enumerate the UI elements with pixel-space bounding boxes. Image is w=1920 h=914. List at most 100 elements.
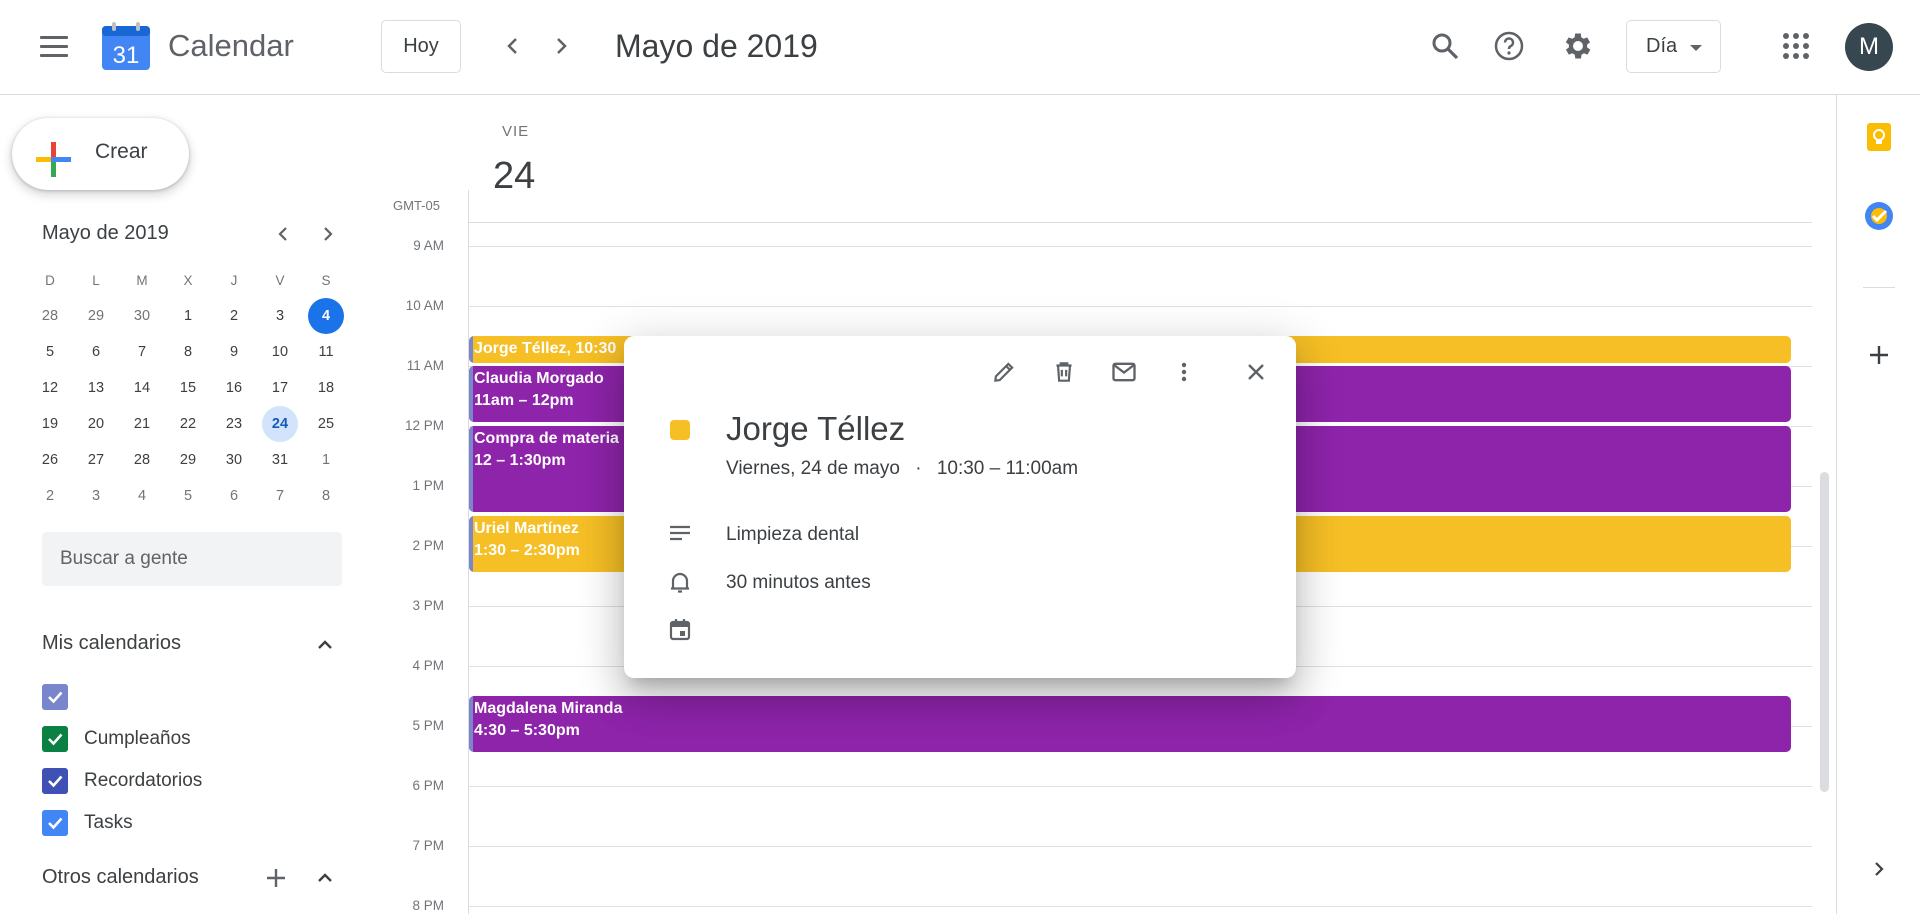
hour-gridline — [469, 786, 1812, 787]
today-button[interactable]: Hoy — [381, 20, 461, 73]
mini-calendar-day[interactable]: 28 — [123, 442, 161, 478]
timezone-label: GMT-05 — [393, 198, 440, 213]
mini-calendar-day[interactable]: 31 — [261, 442, 299, 478]
mini-calendar-day[interactable]: 21 — [123, 406, 161, 442]
mini-calendar-day[interactable]: 7 — [123, 334, 161, 370]
calendar-checkbox[interactable] — [42, 810, 68, 836]
gear-icon — [1565, 33, 1591, 59]
mini-calendar-day[interactable]: 13 — [77, 370, 115, 406]
help-button[interactable] — [1485, 22, 1533, 70]
mini-calendar-day[interactable]: 8 — [169, 334, 207, 370]
keep-button[interactable] — [1857, 115, 1901, 159]
close-popup-button[interactable] — [1234, 350, 1278, 394]
my-calendars-toggle[interactable] — [307, 627, 343, 663]
mini-calendar-day[interactable]: 20 — [77, 406, 115, 442]
mini-calendar-day[interactable]: 12 — [31, 370, 69, 406]
apps-button[interactable] — [1772, 22, 1820, 70]
mini-calendar-day-label: 12 — [41, 380, 59, 396]
mini-calendar-day-label: 9 — [229, 344, 239, 360]
mini-calendar-next-button[interactable] — [310, 216, 346, 252]
mini-calendar-day[interactable]: 15 — [169, 370, 207, 406]
mini-calendar-day[interactable]: 11 — [307, 334, 345, 370]
mini-calendar-day[interactable]: 25 — [307, 406, 345, 442]
view-selector[interactable]: Día — [1626, 20, 1721, 73]
mini-calendar-day[interactable]: 18 — [307, 370, 345, 406]
calendar-checkbox[interactable] — [42, 768, 68, 794]
next-period-button[interactable] — [539, 24, 583, 68]
mini-calendar-day[interactable]: 2 — [215, 298, 253, 334]
hour-gridline — [469, 306, 1812, 307]
mini-calendar-prev-button[interactable] — [265, 216, 301, 252]
mini-calendar-day[interactable]: 4 — [123, 478, 161, 514]
mini-calendar-day-label: 29 — [179, 452, 197, 468]
mini-calendar-weekday: V — [275, 272, 285, 288]
mini-calendar-day[interactable]: 19 — [31, 406, 69, 442]
event-edge — [469, 516, 473, 572]
mini-calendar-day[interactable]: 5 — [169, 478, 207, 514]
event-details-popup: Jorge Téllez Viernes, 24 de mayo · 10:30… — [624, 336, 1296, 678]
create-button[interactable]: Crear — [12, 118, 189, 190]
more-options-button[interactable] — [1162, 350, 1206, 394]
add-addon-button[interactable] — [1857, 333, 1901, 377]
mini-calendar-day[interactable]: 1 — [169, 298, 207, 334]
mini-calendar-day[interactable]: 6 — [77, 334, 115, 370]
mini-calendar-day[interactable]: 6 — [215, 478, 253, 514]
expand-panel-button[interactable] — [1857, 847, 1901, 891]
checkmark-icon — [48, 691, 63, 704]
delete-event-button[interactable] — [1042, 350, 1086, 394]
tasks-icon — [1865, 202, 1893, 230]
hour-label: 3 PM — [412, 598, 444, 613]
mini-calendar-day[interactable]: 2 — [31, 478, 69, 514]
mini-calendar-day[interactable]: 9 — [215, 334, 253, 370]
calendar-event[interactable]: Magdalena Miranda 4:30 – 5:30pm — [469, 696, 1791, 752]
account-avatar[interactable]: M — [1845, 23, 1893, 71]
mini-calendar-day-label: 30 — [133, 308, 151, 324]
mini-calendar-day[interactable]: 4 — [307, 298, 345, 334]
edit-event-button[interactable] — [982, 350, 1026, 394]
mini-calendar-day[interactable]: 10 — [261, 334, 299, 370]
search-button[interactable] — [1421, 22, 1469, 70]
mini-calendar-day[interactable]: 8 — [307, 478, 345, 514]
mini-calendar-day[interactable]: 29 — [77, 298, 115, 334]
calendar-item[interactable] — [42, 679, 84, 715]
settings-button[interactable] — [1554, 22, 1602, 70]
plus-icon — [267, 869, 285, 887]
mini-calendar-day[interactable]: 17 — [261, 370, 299, 406]
hour-label: 1 PM — [412, 478, 444, 493]
search-people-input[interactable] — [42, 532, 342, 586]
mini-calendar-day[interactable]: 30 — [215, 442, 253, 478]
mini-calendar-day[interactable]: 26 — [31, 442, 69, 478]
mini-calendar-day[interactable]: 16 — [215, 370, 253, 406]
mini-calendar-day[interactable]: 3 — [77, 478, 115, 514]
mini-calendar-day[interactable]: 1 — [307, 442, 345, 478]
mini-calendar-day[interactable]: 29 — [169, 442, 207, 478]
add-other-calendar-button[interactable] — [258, 860, 294, 896]
chevron-left-icon — [507, 38, 517, 54]
mini-calendar-day[interactable]: 23 — [215, 406, 253, 442]
mini-calendar-day[interactable]: 27 — [77, 442, 115, 478]
calendar-item[interactable]: Recordatorios — [42, 763, 202, 799]
mini-calendar-day[interactable]: 7 — [261, 478, 299, 514]
scrollbar[interactable] — [1820, 472, 1829, 792]
search-icon — [1432, 33, 1459, 60]
mini-calendar-day-label: 3 — [91, 488, 101, 504]
mini-calendar-day[interactable]: 3 — [261, 298, 299, 334]
mini-calendar-day[interactable]: 22 — [169, 406, 207, 442]
mini-calendar-day-label: 11 — [318, 344, 334, 360]
calendar-item[interactable]: Tasks — [42, 805, 133, 841]
previous-period-button[interactable] — [491, 24, 535, 68]
hour-label: 7 PM — [412, 838, 444, 853]
calendar-checkbox[interactable] — [42, 726, 68, 752]
mini-calendar-day[interactable]: 30 — [123, 298, 161, 334]
calendar-checkbox[interactable] — [42, 684, 68, 710]
day-number[interactable]: 24 — [493, 155, 535, 198]
main-menu-button[interactable] — [30, 30, 78, 66]
mini-calendar-day[interactable]: 5 — [31, 334, 69, 370]
other-calendars-toggle[interactable] — [307, 860, 343, 896]
email-guests-button[interactable] — [1102, 350, 1146, 394]
mini-calendar-day[interactable]: 24 — [261, 406, 299, 442]
tasks-button[interactable] — [1857, 194, 1901, 238]
calendar-item[interactable]: Cumpleaños — [42, 721, 191, 757]
mini-calendar-day[interactable]: 28 — [31, 298, 69, 334]
mini-calendar-day[interactable]: 14 — [123, 370, 161, 406]
